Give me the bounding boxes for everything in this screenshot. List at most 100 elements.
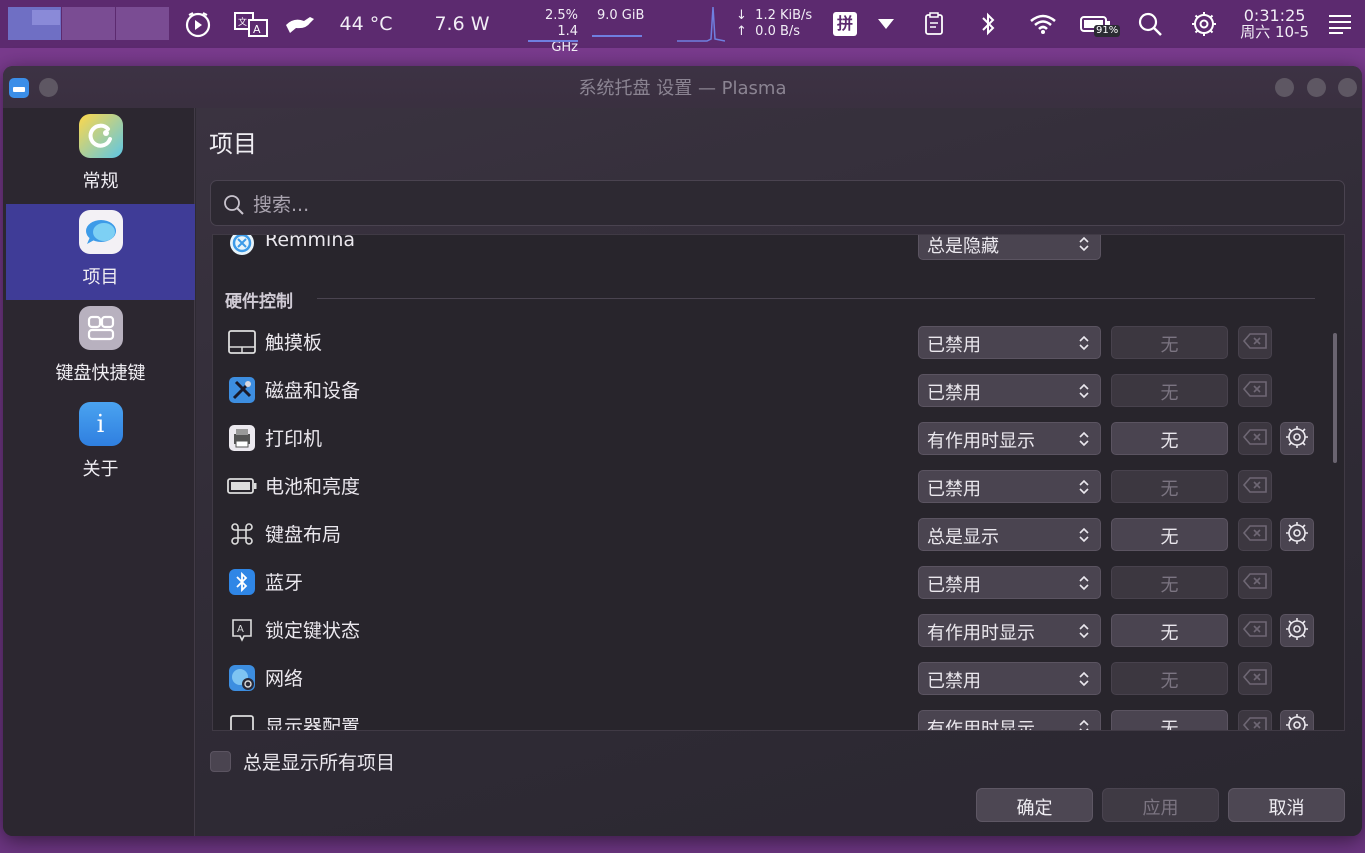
minimize-button[interactable] — [1275, 78, 1294, 97]
search-placeholder: 搜索... — [253, 193, 310, 216]
list-item-printer: 打印机 有作用时显示 无 — [213, 414, 1314, 462]
settings-window: 系统托盘 设置 — Plasma 常规 项目 键盘快捷键 i 关于 项目 搜索.… — [3, 66, 1362, 836]
scrollbar-thumb[interactable] — [1333, 333, 1337, 463]
bluetooth-icon[interactable] — [976, 0, 1000, 48]
sidebar-item-about[interactable]: i 关于 — [6, 396, 195, 492]
triangle-down-icon[interactable] — [874, 0, 898, 48]
window-menu-button[interactable] — [39, 78, 58, 97]
shortcut-button[interactable]: 无 — [1111, 470, 1228, 503]
entry-label: 触摸板 — [265, 332, 323, 354]
show-all-checkbox-row[interactable]: 总是显示所有项目 — [210, 748, 395, 775]
desktop-3[interactable] — [116, 7, 169, 40]
memory-used: 9.0 GiB — [597, 8, 645, 23]
sidebar-item-shortcuts[interactable]: 键盘快捷键 — [6, 300, 195, 396]
configure-button[interactable] — [1280, 422, 1314, 455]
input-method-indicator[interactable]: 拼 — [832, 0, 858, 48]
menu-icon[interactable] — [1326, 0, 1354, 48]
network-speed[interactable]: ↓ 1.2 KiB/s ↑ 0.0 B/s — [736, 8, 812, 40]
printer-icon — [227, 423, 257, 453]
show-all-checkbox[interactable] — [210, 751, 231, 772]
chevron-updown-icon — [1078, 526, 1090, 549]
wifi-icon[interactable] — [1028, 0, 1058, 48]
visibility-combo[interactable]: 已禁用 — [918, 662, 1101, 695]
apply-button[interactable]: 应用 — [1102, 788, 1219, 822]
sidebar-item-entries[interactable]: 项目 — [6, 204, 195, 300]
clear-shortcut-button[interactable] — [1238, 326, 1272, 359]
main-content: 项目 搜索... Remmina 总是隐藏 硬件控制 触摸板 已禁用 无 磁盘和… — [196, 108, 1362, 836]
shortcut-button[interactable]: 无 — [1111, 662, 1228, 695]
configure-button[interactable] — [1280, 710, 1314, 730]
shortcut-button[interactable]: 无 — [1111, 374, 1228, 407]
cancel-button[interactable]: 取消 — [1228, 788, 1345, 822]
shortcut-button[interactable]: 无 — [1111, 710, 1228, 730]
titlebar[interactable]: 系统托盘 设置 — Plasma — [3, 66, 1362, 108]
page-title: 项目 — [209, 130, 257, 158]
visibility-combo[interactable]: 有作用时显示 — [918, 614, 1101, 647]
shortcut-button[interactable]: 无 — [1111, 566, 1228, 599]
sidebar-item-general[interactable]: 常规 — [6, 108, 195, 204]
visibility-combo[interactable]: 已禁用 — [918, 566, 1101, 599]
timer-icon[interactable] — [182, 0, 214, 48]
clear-shortcut-button[interactable] — [1238, 710, 1272, 730]
section-divider — [317, 298, 1315, 299]
sidebar: 常规 项目 键盘快捷键 i 关于 — [3, 108, 195, 836]
temperature-readout[interactable]: 44 °C — [338, 0, 394, 48]
visibility-combo[interactable]: 总是隐藏 — [918, 235, 1101, 260]
visibility-combo[interactable]: 有作用时显示 — [918, 710, 1101, 731]
down-arrow-icon: ↓ — [736, 8, 747, 23]
clock-time: 0:31:25 — [1243, 6, 1306, 25]
clear-shortcut-button[interactable] — [1238, 662, 1272, 695]
visibility-combo[interactable]: 已禁用 — [918, 374, 1101, 407]
shortcut-button[interactable]: 无 — [1111, 614, 1228, 647]
translate-icon[interactable]: A文 — [232, 0, 272, 48]
backspace-icon — [1242, 428, 1268, 450]
list-item-bluetooth: 蓝牙 已禁用 无 — [213, 558, 1313, 606]
window-title: 系统托盘 设置 — Plasma — [578, 78, 787, 99]
backspace-icon — [1242, 572, 1268, 594]
clear-shortcut-button[interactable] — [1238, 614, 1272, 647]
configure-button[interactable] — [1280, 518, 1314, 551]
power-readout[interactable]: 7.6 W — [432, 0, 492, 48]
visibility-value: 有作用时显示 — [927, 719, 1035, 731]
visibility-combo[interactable]: 总是显示 — [918, 518, 1101, 551]
caps-lock-icon: A — [227, 615, 257, 645]
backspace-icon — [1242, 380, 1268, 402]
visibility-combo[interactable]: 已禁用 — [918, 326, 1101, 359]
entries-icon — [78, 210, 123, 254]
desktop-2[interactable] — [62, 7, 115, 40]
shortcut-button[interactable]: 无 — [1111, 326, 1228, 359]
visibility-combo[interactable]: 已禁用 — [918, 470, 1101, 503]
monitor-icon — [227, 711, 257, 730]
backspace-icon — [1242, 476, 1268, 498]
configure-button[interactable] — [1280, 614, 1314, 647]
ok-button[interactable]: 确定 — [976, 788, 1093, 822]
shortcut-button[interactable]: 无 — [1111, 518, 1228, 551]
search-icon[interactable] — [1136, 0, 1164, 48]
entry-label: Remmina — [265, 234, 356, 251]
digital-clock[interactable]: 0:31:25 周六 10-5 — [1240, 7, 1309, 41]
clear-shortcut-button[interactable] — [1238, 470, 1272, 503]
desktop-1[interactable] — [8, 7, 61, 40]
maximize-button[interactable] — [1307, 78, 1326, 97]
search-input[interactable]: 搜索... — [210, 180, 1345, 226]
shortcut-button[interactable]: 无 — [1111, 422, 1228, 455]
list-item-network: 网络 已禁用 无 — [213, 654, 1313, 702]
backspace-icon — [1242, 332, 1268, 354]
battery-icon[interactable] — [1078, 0, 1112, 48]
cpu-bar — [528, 40, 578, 42]
gear-icon[interactable] — [1190, 0, 1218, 48]
close-button[interactable] — [1338, 78, 1357, 97]
virtual-desktop-pager[interactable] — [8, 7, 170, 40]
clipboard-icon[interactable] — [922, 0, 946, 48]
visibility-combo[interactable]: 有作用时显示 — [918, 422, 1101, 455]
memory-monitor[interactable]: 9.0 GiB — [597, 8, 644, 24]
animal-icon[interactable] — [284, 0, 316, 48]
network-graph[interactable] — [677, 0, 725, 48]
battery-percent: 91% — [1094, 25, 1121, 37]
clear-shortcut-button[interactable] — [1238, 566, 1272, 599]
clear-shortcut-button[interactable] — [1238, 422, 1272, 455]
clear-shortcut-button[interactable] — [1238, 374, 1272, 407]
clear-shortcut-button[interactable] — [1238, 518, 1272, 551]
cpu-monitor[interactable]: 2.5% 1.4 GHz — [528, 8, 578, 56]
entries-list[interactable]: Remmina 总是隐藏 硬件控制 触摸板 已禁用 无 磁盘和设备 已禁用 无 … — [212, 234, 1345, 731]
